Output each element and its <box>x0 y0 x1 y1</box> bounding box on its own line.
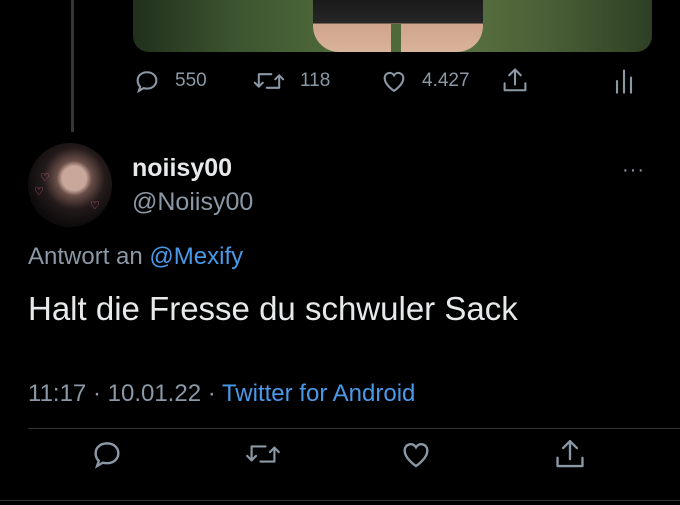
meta-separator: · <box>207 380 216 407</box>
reply-prefix: Antwort an <box>28 243 143 270</box>
like-icon <box>399 443 433 475</box>
tweet-meta: 11:17 · 10.01.22 · Twitter for Android <box>28 380 415 408</box>
retweet-icon <box>252 67 286 95</box>
share-icon <box>553 439 587 477</box>
retweet-button[interactable] <box>244 437 282 476</box>
display-name[interactable]: noiisy00 <box>132 154 232 183</box>
like-button[interactable] <box>399 437 433 476</box>
divider <box>28 428 680 429</box>
share-icon <box>501 66 529 96</box>
reply-mention-link[interactable]: @Mexify <box>149 243 243 270</box>
tweet-time[interactable]: 11:17 <box>28 380 86 407</box>
parent-tweet-image[interactable] <box>133 0 652 52</box>
parent-reply-button[interactable]: 550 <box>133 67 207 95</box>
avatar[interactable]: ♡ ♡ ♡ <box>28 143 112 227</box>
like-count: 4.427 <box>422 70 470 91</box>
parent-retweet-button[interactable]: 118 <box>252 67 330 95</box>
avatar-heart-icon: ♡ <box>40 172 50 184</box>
like-icon <box>380 67 408 95</box>
reply-icon <box>133 67 161 95</box>
reply-icon <box>90 442 124 475</box>
parent-analytics-button[interactable] <box>612 67 636 95</box>
tweet-text: Halt die Fresse du schwuler Sack <box>28 290 518 327</box>
parent-share-button[interactable] <box>501 66 529 96</box>
reply-button[interactable] <box>90 437 124 476</box>
bottom-divider <box>0 500 680 501</box>
avatar-heart-icon: ♡ <box>90 200 100 212</box>
parent-like-button[interactable]: 4.427 <box>380 67 470 95</box>
analytics-icon <box>612 67 636 95</box>
more-icon[interactable]: ··· <box>622 160 645 180</box>
reply-context: Antwort an @Mexify <box>28 243 243 271</box>
retweet-icon <box>244 445 282 475</box>
image-detail <box>391 24 401 52</box>
retweet-count: 118 <box>300 70 331 91</box>
thread-line <box>71 0 74 132</box>
share-button[interactable] <box>553 437 587 478</box>
meta-separator: · <box>92 380 101 407</box>
tweet-source-link[interactable]: Twitter for Android <box>222 380 415 407</box>
avatar-heart-icon: ♡ <box>34 186 44 198</box>
reply-count: 550 <box>175 70 207 91</box>
tweet-date[interactable]: 10.01.22 <box>108 380 201 407</box>
user-handle[interactable]: @Noiisy00 <box>132 188 253 217</box>
